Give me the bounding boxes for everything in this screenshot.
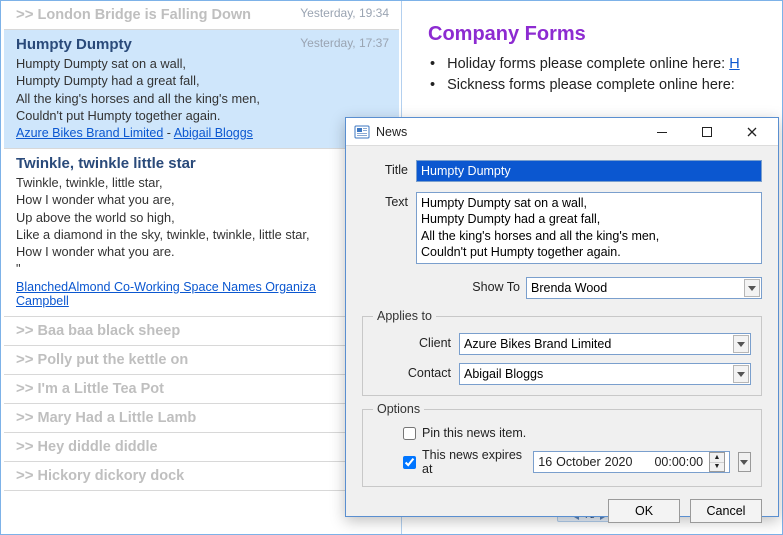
news-item[interactable]: >>Baa baa black sheep11/10 xyxy=(4,317,399,346)
expand-icon: >> xyxy=(16,322,34,339)
contact-dropdown[interactable] xyxy=(459,363,751,385)
client-dropdown[interactable] xyxy=(459,333,751,355)
pin-checkbox-row[interactable]: Pin this news item. xyxy=(403,426,751,440)
content-heading: Company Forms xyxy=(428,23,764,46)
expand-icon: >> xyxy=(16,351,34,368)
bullet-text: Holiday forms please complete online her… xyxy=(447,56,729,72)
expires-label: This news expires at xyxy=(422,448,527,476)
news-title: Hickory dickory dock xyxy=(38,468,185,484)
news-icon xyxy=(354,124,370,140)
news-item[interactable]: Humpty Dumpty Yesterday, 17:37 Humpty Dump… xyxy=(4,30,399,149)
date-year: 2020 xyxy=(605,455,633,469)
news-title: London Bridge is Falling Down xyxy=(38,7,251,23)
news-body: Humpty Dumpty sat on a wall, Humpty Dump… xyxy=(16,55,389,124)
news-link-client[interactable]: Azure Bikes Brand Limited xyxy=(16,126,163,140)
dialog-body: Title Text Show To Applies to Client xyxy=(346,146,778,533)
pin-label: Pin this news item. xyxy=(422,426,526,440)
expand-icon: >> xyxy=(16,438,34,455)
news-list: >>London Bridge is Falling DownYesterday… xyxy=(4,1,399,531)
date-time: 00:00:00 xyxy=(654,455,703,469)
news-item[interactable]: >>London Bridge is Falling Down Yesterday… xyxy=(4,1,399,30)
news-item[interactable]: Twinkle, twinkle little starYesteTwinkle… xyxy=(4,149,399,317)
bullet-text: Sickness forms please complete online he… xyxy=(447,77,735,93)
news-title: I'm a Little Tea Pot xyxy=(38,381,164,397)
news-item[interactable]: >>Polly put the kettle on09/10 xyxy=(4,346,399,375)
applies-to-legend: Applies to xyxy=(373,309,436,323)
applies-to-group: Applies to Client Contact xyxy=(362,309,762,396)
news-title: Humpty Dumpty xyxy=(16,36,132,53)
close-button[interactable] xyxy=(729,119,774,145)
window-buttons xyxy=(639,119,774,145)
news-date: Yesterday, 19:34 xyxy=(300,6,389,20)
expires-checkbox[interactable] xyxy=(403,456,416,469)
link-separator: - xyxy=(163,126,173,140)
expand-icon: >> xyxy=(16,380,34,397)
spin-down-icon: ▼ xyxy=(710,463,724,472)
news-body: Twinkle, twinkle, little star, How I won… xyxy=(16,174,389,278)
minimize-button[interactable] xyxy=(639,119,684,145)
ok-button[interactable]: OK xyxy=(608,499,680,523)
chevron-down-icon[interactable] xyxy=(733,365,749,383)
chevron-down-icon[interactable] xyxy=(744,279,760,297)
expand-icon: >> xyxy=(16,409,34,426)
news-title: Polly put the kettle on xyxy=(38,352,189,368)
dialog-titlebar[interactable]: News xyxy=(346,118,778,146)
expand-icon: >> xyxy=(16,467,34,484)
time-spinner[interactable]: ▲▼ xyxy=(709,452,725,472)
chevron-down-icon[interactable] xyxy=(733,335,749,353)
date-day: 16 xyxy=(538,455,552,469)
news-dialog: News Title Text Show To xyxy=(345,117,779,517)
news-item[interactable]: >>I'm a Little Tea Pot08/10 xyxy=(4,375,399,404)
pin-checkbox[interactable] xyxy=(403,427,416,440)
maximize-button[interactable] xyxy=(684,119,729,145)
date-month: October xyxy=(556,455,600,469)
text-input[interactable] xyxy=(416,192,762,264)
title-label: Title xyxy=(362,160,416,177)
bullet-item: Holiday forms please complete online her… xyxy=(430,54,764,75)
expires-datetime[interactable]: 16 October 2020 00:00:00 ▲▼ xyxy=(533,451,730,473)
news-date: Yesterday, 17:37 xyxy=(300,36,389,50)
options-group: Options Pin this news item. This news ex… xyxy=(362,402,762,487)
spin-up-icon: ▲ xyxy=(710,453,724,463)
options-legend: Options xyxy=(373,402,424,416)
news-link-client[interactable]: BlanchedAlmond Co-Working Space Names Or… xyxy=(16,280,316,294)
date-dropdown-button[interactable] xyxy=(738,452,751,472)
news-title: Mary Had a Little Lamb xyxy=(38,410,197,426)
expand-icon: >> xyxy=(16,6,34,23)
news-link-contact[interactable]: Campbell xyxy=(16,294,69,308)
news-item[interactable]: >>Hickory dickory dock05/10 xyxy=(4,462,399,491)
dialog-title-text: News xyxy=(376,125,639,139)
title-input[interactable] xyxy=(416,160,762,182)
showto-label: Show To xyxy=(472,277,526,294)
news-item[interactable]: >>Hey diddle diddle06/10 xyxy=(4,433,399,462)
news-title: Baa baa black sheep xyxy=(38,323,181,339)
showto-dropdown[interactable] xyxy=(526,277,762,299)
news-title: Twinkle, twinkle little star xyxy=(16,155,196,172)
news-title: Hey diddle diddle xyxy=(38,439,158,455)
bullet-item: Sickness forms please complete online he… xyxy=(430,75,764,96)
bullet-link[interactable]: H xyxy=(729,56,739,72)
cancel-button[interactable]: Cancel xyxy=(690,499,762,523)
contact-label: Contact xyxy=(373,363,459,380)
text-label: Text xyxy=(362,192,416,209)
client-label: Client xyxy=(373,333,459,350)
news-link-contact[interactable]: Abigail Bloggs xyxy=(174,126,253,140)
news-item[interactable]: >>Mary Had a Little Lamb06/10 xyxy=(4,404,399,433)
